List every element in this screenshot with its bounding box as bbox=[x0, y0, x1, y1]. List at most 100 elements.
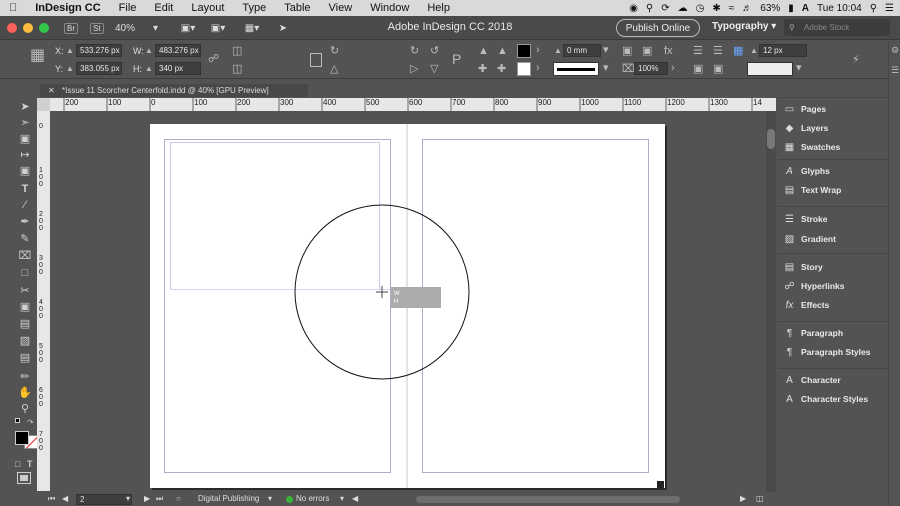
h-field[interactable]: 340 px bbox=[155, 62, 201, 75]
panel-stroke[interactable]: ☰ Stroke bbox=[784, 211, 827, 227]
gradient-swatch-tool-icon[interactable]: ▤ bbox=[18, 317, 32, 331]
workspace-switcher[interactable]: Typography ▾ bbox=[712, 21, 776, 32]
x-field[interactable]: 533.276 px bbox=[76, 44, 122, 57]
screen-mode-icon[interactable]: ▣▾ bbox=[206, 20, 230, 36]
battery-icon[interactable]: ▮ bbox=[788, 3, 794, 14]
h-stepper-icon[interactable]: ▲ bbox=[145, 63, 153, 75]
gear-icon[interactable]: ⚙ bbox=[891, 45, 899, 56]
panel-character-styles[interactable]: A Character Styles bbox=[784, 391, 868, 407]
stroke-type-select[interactable] bbox=[553, 62, 599, 76]
fill-swatch[interactable] bbox=[517, 44, 531, 58]
flip-horizontal-icon[interactable]: ▷ bbox=[410, 63, 418, 75]
panel-character[interactable]: A Character bbox=[784, 372, 841, 388]
menu-file[interactable]: File bbox=[110, 2, 146, 14]
default-colors-icon[interactable] bbox=[15, 418, 23, 426]
close-window-button[interactable] bbox=[7, 23, 17, 33]
note-tool-icon[interactable]: ▤ bbox=[18, 351, 32, 365]
constrain-proportions-icon[interactable]: ☍ bbox=[208, 53, 219, 65]
scale-field[interactable]: 100% bbox=[634, 62, 668, 75]
lock-icon[interactable]: ⚲ bbox=[646, 3, 653, 14]
ruler-origin[interactable] bbox=[37, 98, 50, 111]
chevron-down-icon[interactable]: ▾ bbox=[603, 44, 609, 56]
horizontal-scroll-thumb[interactable] bbox=[416, 496, 680, 503]
bluetooth-icon[interactable]: ✱ bbox=[712, 3, 720, 14]
fit-content-icon[interactable]: ▣ bbox=[642, 45, 652, 57]
battery-percent[interactable]: 63% bbox=[760, 3, 780, 14]
scale-y-icon[interactable]: ◫ bbox=[232, 63, 242, 75]
sync-icon[interactable]: ⟳ bbox=[661, 3, 669, 14]
select-previous-icon[interactable]: ▲ bbox=[497, 45, 508, 57]
chevron-down-icon[interactable]: ▾ bbox=[796, 62, 802, 74]
scale-x-icon[interactable]: ◫ bbox=[232, 45, 242, 57]
stock-button[interactable]: St bbox=[90, 20, 104, 36]
hand-tool-icon[interactable]: ✋ bbox=[18, 386, 32, 400]
formatting-affects-text-icon[interactable]: T bbox=[27, 459, 33, 469]
stroke-weight-field[interactable]: 0 mm bbox=[563, 44, 601, 57]
panel-effects[interactable]: fx Effects bbox=[784, 297, 830, 313]
rotate-icon[interactable]: ↻ bbox=[330, 45, 339, 57]
panel-menu-icon[interactable]: ☰ bbox=[891, 65, 899, 76]
w-stepper-icon[interactable]: ▲ bbox=[145, 45, 153, 57]
panel-pages[interactable]: ▭ Pages bbox=[784, 101, 826, 117]
apple-menu-icon[interactable]:  bbox=[0, 2, 26, 14]
object-style-select[interactable] bbox=[747, 62, 793, 76]
gap-tool-icon[interactable]: ↦ bbox=[18, 148, 32, 162]
rectangle-frame-tool-icon[interactable]: ⌧ bbox=[18, 249, 32, 263]
formatting-affects-container-icon[interactable]: □ bbox=[15, 459, 20, 469]
first-page-icon[interactable]: ⏮ bbox=[48, 494, 55, 504]
vertical-scroll-thumb[interactable] bbox=[767, 129, 775, 149]
menu-table[interactable]: Table bbox=[275, 2, 319, 14]
notification-center-icon[interactable]: ☰ bbox=[885, 3, 894, 14]
last-page-icon[interactable]: ⏭ bbox=[156, 494, 163, 504]
content-collector-icon[interactable]: ▣ bbox=[18, 164, 32, 178]
menu-help[interactable]: Help bbox=[418, 2, 459, 14]
zoom-tool-icon[interactable]: ⚲ bbox=[18, 402, 32, 416]
flip-vertical-icon[interactable]: ▽ bbox=[430, 63, 438, 75]
line-tool-icon[interactable]: ∕ bbox=[18, 198, 32, 212]
select-content-icon[interactable]: ✚ bbox=[478, 63, 487, 75]
adobe-stock-search[interactable]: ⚲ Adobe Stock bbox=[784, 19, 890, 36]
stroke-weight-stepper-icon[interactable]: ▲ bbox=[554, 45, 562, 57]
preflight-profile[interactable]: Digital Publishing bbox=[198, 494, 259, 503]
panel-swatches[interactable]: ▦ Swatches bbox=[784, 139, 840, 155]
shear-field[interactable] bbox=[344, 62, 400, 75]
previous-page-icon[interactable]: ◀ bbox=[62, 494, 68, 503]
menu-edit[interactable]: Edit bbox=[145, 2, 182, 14]
publish-online-button[interactable]: Publish Online bbox=[616, 19, 700, 37]
font-size-stepper-icon[interactable]: ▲ bbox=[750, 45, 758, 57]
panel-hyperlinks[interactable]: ☍ Hyperlinks bbox=[784, 278, 844, 294]
pasteboard[interactable]: W H bbox=[50, 111, 766, 492]
chevron-down-icon[interactable]: ▾ bbox=[603, 62, 609, 74]
pen-tool-icon[interactable]: ✒ bbox=[18, 215, 32, 229]
auto-fit-icon[interactable]: ▣ bbox=[693, 63, 703, 75]
panel-glyphs[interactable]: A Glyphs bbox=[784, 163, 830, 179]
panel-gradient[interactable]: ▨ Gradient bbox=[784, 231, 836, 247]
fill-dropdown-icon[interactable]: › bbox=[536, 44, 540, 56]
path-type-icon[interactable]: P bbox=[452, 52, 461, 66]
scale-dropdown-icon[interactable]: › bbox=[671, 62, 675, 74]
scroll-right-icon[interactable]: ▶ bbox=[740, 494, 746, 503]
open-document-icon[interactable]: ○ bbox=[176, 494, 181, 503]
menu-window[interactable]: Window bbox=[361, 2, 418, 14]
preflight-errors[interactable]: No errors bbox=[296, 494, 329, 503]
font-size-field[interactable]: 12 px bbox=[759, 44, 807, 57]
panel-layers[interactable]: ◆ Layers bbox=[784, 120, 829, 136]
menu-clock[interactable]: Tue 10:04 bbox=[817, 3, 862, 14]
panel-paragraph[interactable]: ¶ Paragraph bbox=[784, 325, 843, 341]
rotate-ccw-icon[interactable]: ↺ bbox=[430, 45, 439, 57]
adobe-menu-icon[interactable]: A bbox=[802, 3, 809, 14]
eyedropper-tool-icon[interactable]: ✏ bbox=[18, 370, 32, 384]
align-objects-icon[interactable]: ▦ bbox=[733, 45, 743, 57]
stroke-dropdown-icon[interactable]: › bbox=[536, 62, 540, 74]
align-left-icon[interactable]: ☰ bbox=[693, 45, 703, 57]
arrange-documents-icon[interactable]: ▦▾ bbox=[240, 20, 264, 36]
scale-y-field[interactable] bbox=[246, 62, 300, 75]
quick-apply-icon[interactable]: ⚡ bbox=[852, 54, 860, 66]
zoom-level-select[interactable]: 40% ▾ bbox=[115, 20, 163, 36]
distribute-icon[interactable]: ▣ bbox=[713, 63, 723, 75]
x-stepper-icon[interactable]: ▲ bbox=[66, 45, 74, 57]
creative-cloud-icon[interactable]: ☁ bbox=[678, 3, 688, 14]
select-container-icon[interactable]: ▲ bbox=[478, 45, 489, 57]
horizontal-ruler[interactable]: 200 100 0 100 200 300 400 500 600 700 80… bbox=[50, 98, 776, 111]
select-next-icon[interactable]: ✚ bbox=[497, 63, 506, 75]
